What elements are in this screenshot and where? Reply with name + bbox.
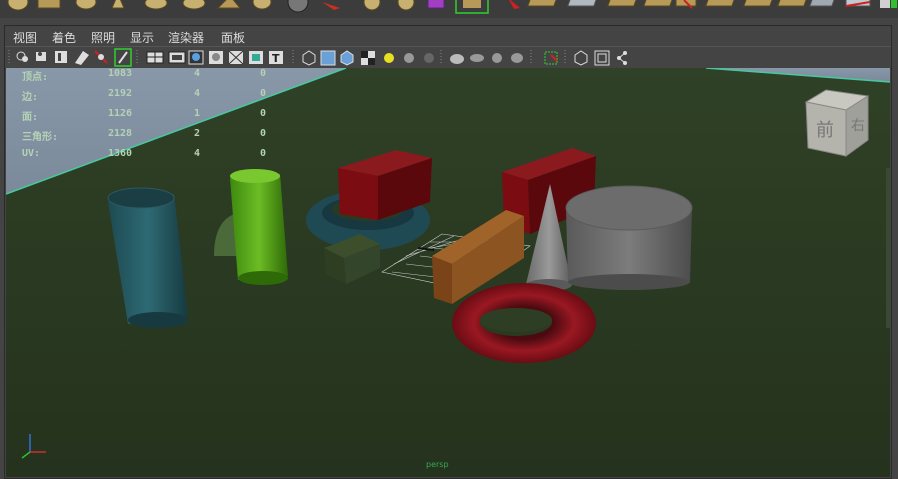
panel-menubar: 视图 着色 照明 显示 渲染器 面板 bbox=[5, 26, 891, 46]
red-torus-object[interactable] bbox=[452, 283, 596, 363]
menu-show[interactable]: 显示 bbox=[130, 29, 154, 46]
shelf-tool-1-icon[interactable] bbox=[527, 0, 559, 7]
isolate-frame-icon[interactable] bbox=[544, 51, 558, 65]
hud-value-uvs-total: 1360 bbox=[108, 148, 133, 159]
lights-icon[interactable] bbox=[384, 53, 394, 63]
field-chart-icon[interactable] bbox=[228, 50, 244, 65]
camera-name-label: persp bbox=[426, 460, 449, 469]
hud-value-edges-components: 0 bbox=[260, 88, 267, 99]
menu-renderer[interactable]: 渲染器 bbox=[168, 29, 204, 46]
shelf-pipe-icon[interactable] bbox=[252, 0, 272, 10]
default-quality-icon[interactable] bbox=[574, 50, 588, 66]
xray-joints-icon[interactable] bbox=[470, 54, 484, 62]
safe-title-icon[interactable]: T bbox=[269, 51, 283, 65]
smooth-shade-icon[interactable] bbox=[320, 50, 336, 66]
view-cube[interactable]: 前 右 bbox=[804, 89, 870, 157]
shelf-plane-icon[interactable] bbox=[182, 0, 206, 10]
share-icon[interactable] bbox=[617, 51, 627, 65]
shelf-tool-5-icon[interactable] bbox=[675, 0, 697, 9]
viewport-scroll-indicator[interactable] bbox=[886, 168, 890, 328]
two-d-pan-zoom-icon[interactable] bbox=[94, 50, 108, 64]
view-cube-right-label: 右 bbox=[851, 118, 865, 134]
shelf-cone-icon[interactable] bbox=[111, 0, 125, 9]
gate-mask-icon[interactable] bbox=[209, 51, 223, 64]
hud-value-uvs-selected: 4 bbox=[194, 148, 201, 159]
shelf-torus-icon[interactable] bbox=[144, 0, 168, 10]
green-cylinder-object[interactable] bbox=[230, 169, 288, 285]
shaded-wireframe-icon[interactable] bbox=[340, 50, 354, 66]
shelf-tool-7-icon[interactable] bbox=[743, 0, 775, 7]
menu-lighting[interactable]: 照明 bbox=[91, 29, 115, 46]
hud-value-edges-total: 2192 bbox=[108, 88, 133, 99]
hud-value-faces-selected: 1 bbox=[194, 108, 201, 119]
shelf-purple-cube-icon[interactable] bbox=[427, 0, 445, 9]
menu-view[interactable]: 视图 bbox=[13, 29, 37, 46]
shadows-icon[interactable] bbox=[404, 53, 414, 63]
hud-label-edges: 边: bbox=[22, 92, 39, 103]
hud-value-uvs-components: 0 bbox=[260, 148, 267, 159]
viewport-panel: 视图 着色 照明 显示 渲染器 面板 T 前 右 顶点: 1083 4 0 边:… bbox=[4, 25, 892, 479]
two-sided-lighting-icon[interactable] bbox=[594, 50, 610, 66]
film-gate-icon[interactable] bbox=[168, 51, 186, 64]
hud-value-faces-total: 1126 bbox=[108, 108, 133, 119]
hud-value-triangles-components: 0 bbox=[260, 128, 267, 139]
shelf-tool-8-icon[interactable] bbox=[777, 0, 809, 7]
shelf-move-arrow-icon[interactable] bbox=[322, 2, 340, 10]
grid-toggle-icon[interactable] bbox=[146, 51, 164, 64]
select-camera-icon[interactable] bbox=[16, 51, 28, 62]
hud-value-triangles-total: 2128 bbox=[108, 128, 133, 139]
hud-value-vertices-components: 0 bbox=[260, 68, 267, 79]
shelf-cube-icon[interactable] bbox=[37, 0, 61, 9]
hud-label-vertices: 顶点: bbox=[22, 72, 49, 83]
shelf-tool-2-icon[interactable] bbox=[567, 0, 599, 7]
shelf-toolbar bbox=[0, 0, 898, 18]
shelf-tool-6-icon[interactable] bbox=[705, 0, 737, 7]
shelf-helix-icon[interactable] bbox=[287, 0, 309, 13]
hud-value-vertices-total: 1083 bbox=[108, 68, 133, 79]
grease-pencil-icon[interactable] bbox=[114, 48, 132, 67]
hud-label-uvs: UV: bbox=[22, 148, 41, 159]
shelf-select-frame-icon[interactable] bbox=[455, 0, 489, 14]
camera-attributes-icon[interactable] bbox=[36, 52, 46, 61]
shelf-scroll-icon[interactable] bbox=[880, 0, 897, 8]
3d-viewport[interactable]: 前 右 顶点: 1083 4 0 边: 2192 4 0 面: 1126 1 0… bbox=[6, 68, 890, 477]
view-cube-front-label: 前 bbox=[816, 120, 834, 141]
hud-value-edges-selected: 4 bbox=[194, 88, 201, 99]
panel-toolbar: T bbox=[5, 46, 891, 69]
shelf-tool-3-icon[interactable] bbox=[607, 0, 639, 7]
shelf-tool-4-icon[interactable] bbox=[643, 0, 675, 7]
xray-components-icon[interactable] bbox=[492, 53, 502, 63]
image-plane-icon[interactable] bbox=[75, 51, 89, 65]
bookmark-icon[interactable] bbox=[55, 51, 67, 63]
hud-value-vertices-selected: 4 bbox=[194, 68, 201, 79]
menu-shading[interactable]: 着色 bbox=[52, 29, 76, 46]
isolate-select-icon[interactable] bbox=[511, 53, 523, 63]
svg-text:T: T bbox=[272, 52, 280, 65]
shelf-cursor-icon[interactable] bbox=[508, 0, 520, 9]
shelf-sphere-icon[interactable] bbox=[7, 0, 29, 11]
hud-label-triangles: 三角形: bbox=[22, 132, 59, 143]
shelf-platonic-icon[interactable] bbox=[397, 0, 415, 11]
texture-icon[interactable] bbox=[361, 51, 375, 65]
shelf-soccer-ball-icon[interactable] bbox=[363, 0, 381, 11]
grey-cylinder-object[interactable] bbox=[565, 185, 693, 290]
xray-icon[interactable] bbox=[450, 54, 464, 64]
shelf-cylinder-icon[interactable] bbox=[75, 0, 97, 10]
shelf-pyramid-icon[interactable] bbox=[216, 0, 242, 9]
safe-action-icon[interactable] bbox=[249, 51, 263, 64]
resolution-gate-icon[interactable] bbox=[188, 50, 204, 65]
menu-panels[interactable]: 面板 bbox=[221, 29, 245, 46]
hud-value-faces-components: 0 bbox=[260, 108, 267, 119]
hud-value-triangles-selected: 2 bbox=[194, 128, 201, 139]
panel-toolbar-icons: T bbox=[8, 48, 627, 67]
shelf-tool-9-icon[interactable] bbox=[809, 0, 837, 7]
hud-label-faces: 面: bbox=[22, 112, 39, 123]
shelf-icons bbox=[7, 0, 897, 14]
screen-space-ao-icon[interactable] bbox=[424, 53, 434, 63]
wireframe-icon[interactable] bbox=[302, 50, 316, 66]
shelf-tool-10-icon[interactable] bbox=[845, 0, 871, 7]
